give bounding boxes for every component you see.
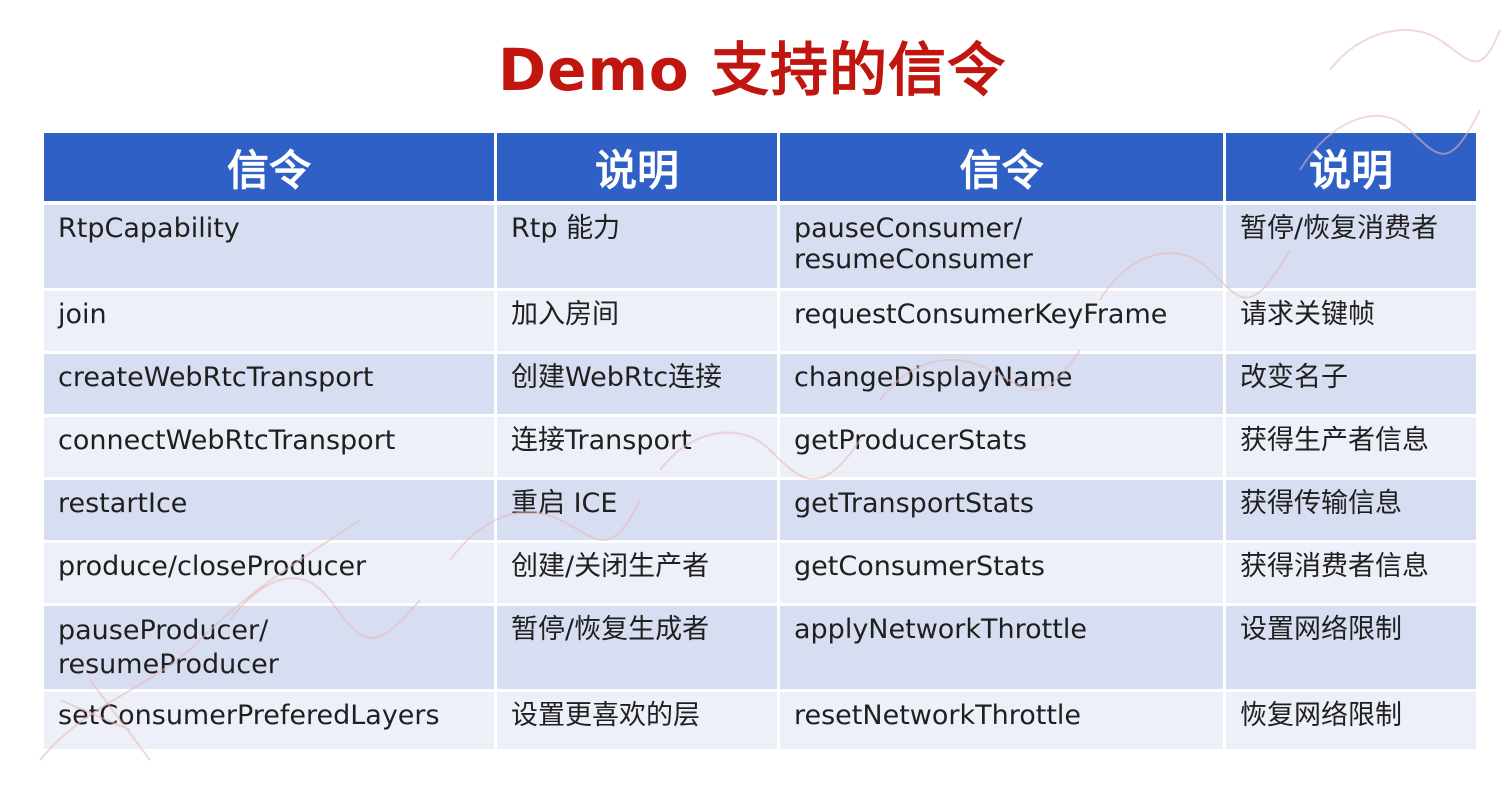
table-cell: 恢复网络限制 bbox=[1226, 692, 1476, 752]
table-cell: 加入房间 bbox=[497, 291, 780, 354]
table-cell: 连接Transport bbox=[497, 417, 780, 480]
table-cell: 创建/关闭生产者 bbox=[497, 543, 780, 606]
table-header-row: 信令 说明 信令 说明 bbox=[44, 133, 1476, 205]
table-row: pauseProducer/ resumeProducer 暂停/恢复生成者 a… bbox=[44, 606, 1476, 692]
table-cell: RtpCapability bbox=[44, 205, 497, 291]
table-cell: 重启 ICE bbox=[497, 480, 780, 543]
table-row: createWebRtcTransport 创建WebRtc连接 changeD… bbox=[44, 354, 1476, 417]
table-cell: 暂停/恢复生成者 bbox=[497, 606, 780, 692]
table-cell: join bbox=[44, 291, 497, 354]
table-cell: connectWebRtcTransport bbox=[44, 417, 497, 480]
table-cell: restartIce bbox=[44, 480, 497, 543]
table-cell: getProducerStats bbox=[780, 417, 1226, 480]
table-cell: 设置更喜欢的层 bbox=[497, 692, 780, 752]
table-cell: resetNetworkThrottle bbox=[780, 692, 1226, 752]
table-cell: getConsumerStats bbox=[780, 543, 1226, 606]
table-row: produce/closeProducer 创建/关闭生产者 getConsum… bbox=[44, 543, 1476, 606]
signaling-table: 信令 说明 信令 说明 RtpCapability Rtp 能力 pauseCo… bbox=[44, 133, 1476, 752]
table-cell: pauseConsumer/ resumeConsumer bbox=[780, 205, 1226, 291]
table-cell: getTransportStats bbox=[780, 480, 1226, 543]
table-row: join 加入房间 requestConsumerKeyFrame 请求关键帧 bbox=[44, 291, 1476, 354]
table-cell: produce/closeProducer bbox=[44, 543, 497, 606]
table-cell: 获得传输信息 bbox=[1226, 480, 1476, 543]
table-row: restartIce 重启 ICE getTransportStats 获得传输… bbox=[44, 480, 1476, 543]
table-cell: createWebRtcTransport bbox=[44, 354, 497, 417]
table-cell: setConsumerPreferedLayers bbox=[44, 692, 497, 752]
table-cell: applyNetworkThrottle bbox=[780, 606, 1226, 692]
table-row: connectWebRtcTransport 连接Transport getPr… bbox=[44, 417, 1476, 480]
table-cell: requestConsumerKeyFrame bbox=[780, 291, 1226, 354]
header-description-1: 说明 bbox=[497, 133, 780, 205]
table-row: RtpCapability Rtp 能力 pauseConsumer/ resu… bbox=[44, 205, 1476, 291]
table-cell: 创建WebRtc连接 bbox=[497, 354, 780, 417]
table-row: setConsumerPreferedLayers 设置更喜欢的层 resetN… bbox=[44, 692, 1476, 752]
table-cell: 暂停/恢复消费者 bbox=[1226, 205, 1476, 291]
table-cell: 请求关键帧 bbox=[1226, 291, 1476, 354]
table-cell: pauseProducer/ resumeProducer bbox=[44, 606, 497, 692]
header-signal-1: 信令 bbox=[44, 133, 497, 205]
header-description-2: 说明 bbox=[1226, 133, 1476, 205]
table-cell: 设置网络限制 bbox=[1226, 606, 1476, 692]
header-signal-2: 信令 bbox=[780, 133, 1226, 205]
table-cell: Rtp 能力 bbox=[497, 205, 780, 291]
table-cell: 改变名子 bbox=[1226, 354, 1476, 417]
table-cell: 获得消费者信息 bbox=[1226, 543, 1476, 606]
table-cell: changeDisplayName bbox=[780, 354, 1226, 417]
page-title: Demo 支持的信令 bbox=[498, 36, 1006, 104]
table-cell: 获得生产者信息 bbox=[1226, 417, 1476, 480]
